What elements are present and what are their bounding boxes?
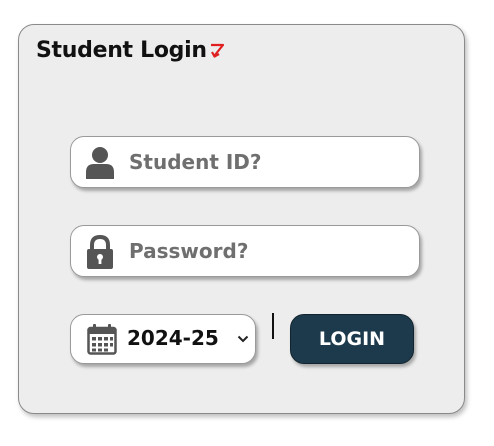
login-button[interactable]: LOGIN <box>290 314 414 364</box>
password-field <box>70 225 420 277</box>
login-panel: Student Login Student ID? 2024-25 LOGIN <box>18 24 465 414</box>
page-title: Student Login <box>36 38 207 63</box>
chevron-down-icon[interactable] <box>237 334 249 344</box>
lock-icon <box>87 235 113 269</box>
calendar-icon <box>87 324 117 355</box>
student-id-input[interactable] <box>129 145 409 179</box>
text-cursor <box>272 313 274 339</box>
down-arrow-icon <box>211 43 225 58</box>
session-value: 2024-25 <box>127 326 219 350</box>
user-icon <box>86 147 114 179</box>
student-id-field <box>70 136 420 188</box>
session-select[interactable]: 2024-25 <box>70 314 256 364</box>
password-input[interactable] <box>129 234 409 268</box>
